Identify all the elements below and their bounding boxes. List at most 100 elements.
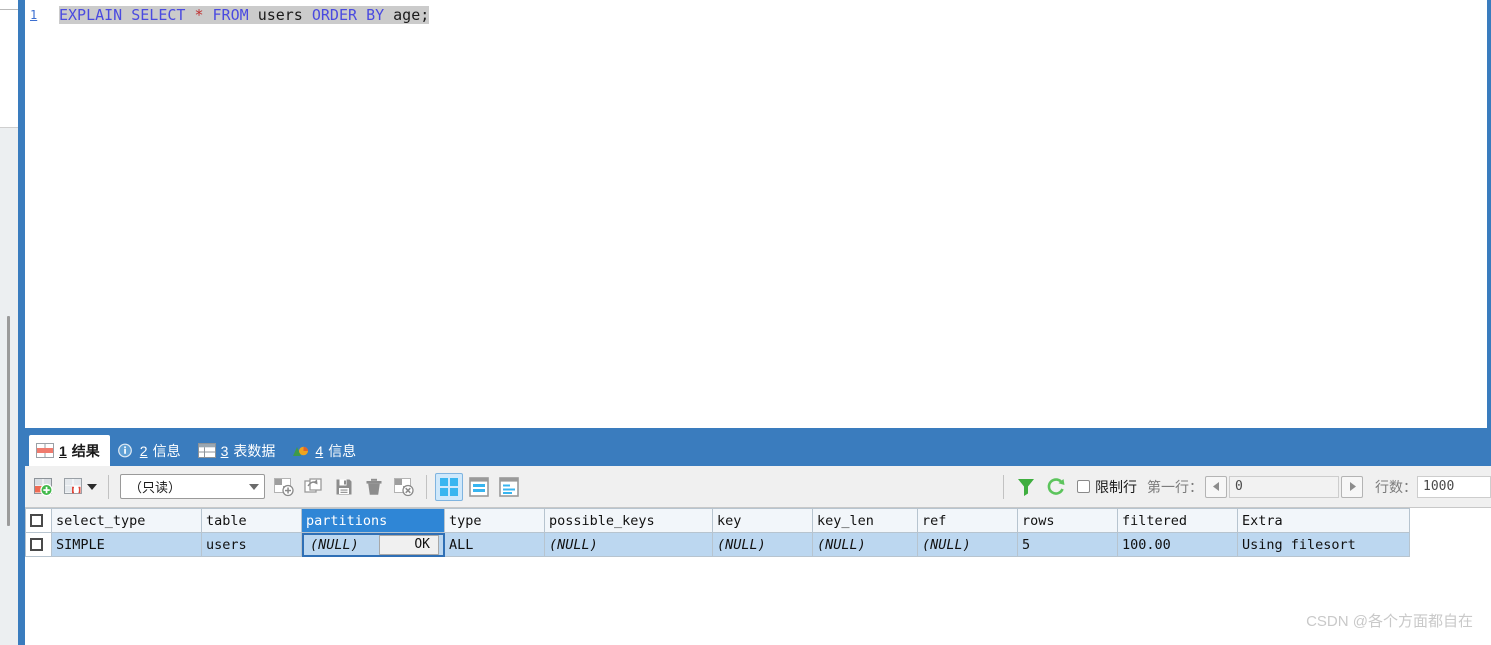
tab-info-label: 信息: [152, 442, 181, 459]
insert-record-button[interactable]: [270, 473, 298, 501]
cell-ok-button[interactable]: OK: [379, 534, 439, 555]
first-row-next-button[interactable]: [1341, 475, 1363, 498]
copy-record-button[interactable]: [300, 473, 328, 501]
dock-panel-area: [0, 10, 18, 128]
cell-type[interactable]: ALL: [444, 532, 545, 557]
edit-mode-select[interactable]: （只读）: [120, 474, 265, 499]
view-grid-button[interactable]: [435, 472, 463, 501]
editor-right-rail: [1487, 0, 1491, 430]
first-row-label: 第一行：: [1147, 478, 1203, 495]
apply-changes-button[interactable]: [330, 473, 358, 501]
column-header-partitions[interactable]: partitions: [301, 508, 445, 533]
tab-table-data[interactable]: 3 表数据: [191, 435, 286, 466]
tab-result-number: 1: [59, 442, 67, 459]
result-tab-bar: 1 结果 2 信息 3 表数据 4 信息: [25, 430, 1491, 466]
row-count-value: 1000: [1423, 479, 1455, 494]
chevron-down-icon: [249, 483, 259, 490]
filter-funnel-icon: [1018, 478, 1034, 496]
sql-code-line[interactable]: 1 EXPLAIN SELECT * FROM users ORDER BY a…: [25, 5, 1491, 25]
toolbar-divider-2: [426, 474, 427, 499]
triangle-right-icon: [1349, 482, 1356, 491]
column-header-type[interactable]: type: [444, 508, 545, 533]
first-row-input[interactable]: 0: [1229, 475, 1339, 498]
column-header-key-len[interactable]: key_len: [812, 508, 918, 533]
editor-left-rail: [18, 0, 25, 645]
info-circle-icon: [117, 443, 132, 458]
grid-view-icon: [440, 477, 458, 496]
grid-toolbar: （只读） 限制行 第一行： 0 行数： 1000: [25, 466, 1491, 508]
sql-editor-pane[interactable]: ▬ ▬▬▬▬ ▭▭▭▭▭▭ ▭ ▬▬▬▬▭ ▬ ▭ ▭▭ ▭▭▭▭▭▭ 1 EX…: [25, 0, 1491, 430]
cell-partitions-inner: (NULL) OK: [306, 534, 440, 556]
save-floppy-icon: [336, 479, 352, 494]
column-header-table[interactable]: table: [201, 508, 302, 533]
table-header-row: select_type table partitions type possib…: [25, 508, 1410, 533]
tab-profile-info[interactable]: 4 信息: [285, 435, 366, 466]
result-grid[interactable]: select_type table partitions type possib…: [25, 508, 1491, 645]
grid-cancel-icon: [394, 477, 414, 496]
form-view-icon: [469, 476, 489, 497]
row-count-label: 行数：: [1375, 478, 1417, 495]
select-all-header[interactable]: [25, 508, 52, 533]
refresh-button[interactable]: [1042, 473, 1070, 501]
row-select-checkbox[interactable]: [30, 538, 43, 551]
grid-brackets-icon: [64, 477, 82, 494]
sql-query-text[interactable]: EXPLAIN SELECT * FROM users ORDER BY age…: [59, 6, 430, 24]
results-grid-icon: [36, 443, 54, 458]
trash-icon: [366, 478, 382, 495]
column-header-possible-keys[interactable]: possible_keys: [544, 508, 713, 533]
limit-rows-checkbox[interactable]: [1077, 480, 1090, 493]
tab-result[interactable]: 1 结果: [29, 435, 110, 466]
cell-key-len[interactable]: (NULL): [812, 532, 918, 557]
table-data-icon: [197, 443, 216, 458]
column-header-key[interactable]: key: [712, 508, 813, 533]
select-all-checkbox[interactable]: [30, 514, 43, 527]
cell-filtered[interactable]: 100.00: [1117, 532, 1238, 557]
cell-possible-keys[interactable]: (NULL): [544, 532, 713, 557]
row-select-cell[interactable]: [25, 532, 52, 557]
discard-changes-button[interactable]: [390, 473, 418, 501]
tab-table-data-label: 表数据: [233, 442, 276, 459]
clipped-toolbar-ink: ▬ ▬▬▬▬ ▭▭▭▭▭▭ ▭ ▬▬▬▬▭ ▬ ▭ ▭▭ ▭▭▭▭▭▭: [29, 0, 467, 4]
select-records-button[interactable]: [60, 473, 88, 501]
cell-partitions[interactable]: (NULL) OK: [301, 532, 445, 557]
row-count-input[interactable]: 1000: [1417, 475, 1491, 498]
cell-table[interactable]: users: [201, 532, 302, 557]
new-record-button[interactable]: [30, 473, 58, 501]
first-row-value: 0: [1235, 479, 1243, 494]
first-row-prev-button[interactable]: [1205, 475, 1227, 498]
toolbar-divider-1: [108, 474, 109, 499]
clipped-toolbar-strip: ▬ ▬▬▬▬ ▭▭▭▭▭▭ ▭ ▬▬▬▬▭ ▬ ▭ ▭▭ ▭▭▭▭▭▭: [25, 0, 1491, 4]
tab-info-number: 2: [139, 442, 148, 459]
column-header-filtered[interactable]: filtered: [1117, 508, 1238, 533]
column-header-select-type[interactable]: select_type: [51, 508, 202, 533]
cell-rows[interactable]: 5: [1017, 532, 1118, 557]
cell-ref[interactable]: (NULL): [917, 532, 1018, 557]
line-number: 1: [30, 8, 38, 22]
grid-plus-icon: [34, 477, 53, 496]
left-dock-strip: [0, 0, 18, 645]
cell-select-type[interactable]: SIMPLE: [51, 532, 202, 557]
result-table: select_type table partitions type possib…: [25, 508, 1410, 557]
triangle-left-icon: [1212, 482, 1219, 491]
cell-key[interactable]: (NULL): [712, 532, 813, 557]
navicat-result-window: ▬ ▬▬▬▬ ▭▭▭▭▭▭ ▭ ▬▬▬▬▭ ▬ ▭ ▭▭ ▭▭▭▭▭▭ 1 EX…: [0, 0, 1491, 645]
dock-top-cell: [0, 0, 18, 10]
table-row[interactable]: SIMPLE users (NULL) OK ALL (NULL) (NULL)…: [25, 532, 1410, 557]
panel-splitter-handle[interactable]: [7, 316, 10, 526]
watermark: CSDN @各个方面都自在: [1306, 613, 1473, 630]
delete-record-button[interactable]: [360, 473, 388, 501]
refresh-icon: [1047, 477, 1065, 495]
tab-profile-info-label: 信息: [328, 442, 357, 459]
column-header-ref[interactable]: ref: [917, 508, 1018, 533]
grid-add-icon: [274, 477, 294, 496]
column-header-rows[interactable]: rows: [1017, 508, 1118, 533]
view-form-button[interactable]: [465, 473, 493, 501]
tab-table-data-number: 3: [220, 442, 229, 459]
tab-info[interactable]: 2 信息: [110, 435, 191, 466]
filter-wizard-button[interactable]: [1012, 473, 1040, 501]
column-header-extra[interactable]: Extra: [1237, 508, 1410, 533]
tab-profile-info-number: 4: [315, 442, 324, 459]
view-text-button[interactable]: [495, 473, 523, 501]
cell-extra[interactable]: Using filesort: [1237, 532, 1410, 557]
select-records-dropdown-caret[interactable]: [87, 483, 97, 490]
